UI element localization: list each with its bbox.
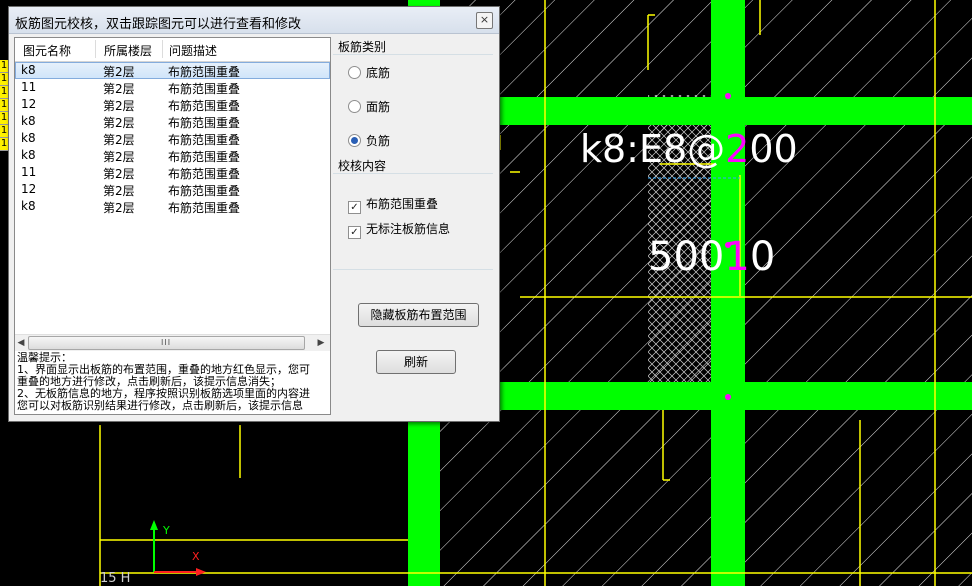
tips-text: 温馨提示： 1、界面显示出板筋的布置范围，重叠的地方红色显示，您可 重叠的地方进… [15, 350, 330, 414]
list-item[interactable]: k8 第2层 布筋范围重叠 [15, 198, 330, 215]
scroll-thumb[interactable]: III [28, 336, 305, 350]
cell-name: 11 [21, 165, 37, 179]
checkbox-icon[interactable]: ✓ [348, 226, 361, 239]
cell-floor: 第2层 [103, 82, 135, 96]
radio-label: 底筋 [366, 66, 391, 80]
grip-icon: III [161, 338, 172, 347]
refresh-button[interactable]: 刷新 [376, 350, 456, 374]
cell-floor: 第2层 [103, 116, 135, 130]
scroll-left-icon[interactable]: ◀ [15, 337, 27, 349]
svg-text:X: X [192, 550, 200, 563]
cell-name: 12 [21, 182, 37, 196]
beam-horizontal [500, 97, 972, 125]
list-item[interactable]: k8 第2层 布筋范围重叠 [15, 147, 330, 164]
radio-label: 负筋 [366, 134, 391, 148]
checkbox-icon[interactable]: ✓ [348, 201, 361, 214]
cell-name: k8 [21, 114, 36, 128]
options-panel: 板筋类别 底筋 面筋 负筋 校核内容 ✓ 布筋范围重叠 ✓ 无标注板筋信息 隐藏板筋… [333, 37, 496, 415]
checkbox-no-annotation[interactable]: ✓ 无标注板筋信息 [348, 220, 450, 239]
cell-issue: 布筋范围重叠 [168, 82, 241, 96]
cell-name: 12 [21, 97, 37, 111]
hide-rebar-range-button[interactable]: 隐藏板筋布置范围 [358, 303, 479, 327]
cell-floor: 第2层 [103, 184, 135, 198]
list-item[interactable]: 12 第2层 布筋范围重叠 [15, 181, 330, 198]
cell-floor: 第2层 [103, 133, 135, 147]
column-header-issue[interactable]: 问题描述 [169, 42, 217, 59]
close-icon: × [479, 13, 490, 26]
check-content-group-label: 校核内容 [338, 159, 387, 173]
group-divider [333, 54, 493, 55]
tips-line: 您可以对板筋识别结果进行修改，点击刷新后，该提示信息 [17, 399, 303, 412]
checkbox-label: 布筋范围重叠 [366, 197, 439, 211]
strip-item[interactable]: 1 [0, 138, 8, 151]
cell-name: k8 [21, 131, 36, 145]
dimension-annotation: 50010 [648, 234, 775, 280]
cell-issue: 布筋范围重叠 [168, 201, 241, 215]
group-divider [333, 173, 493, 174]
cell-issue: 布筋范围重叠 [168, 99, 241, 113]
cell-name: k8 [21, 148, 36, 162]
dialog-titlebar[interactable]: 板筋图元校核，双击跟踪图元可以进行查看和修改 × [9, 7, 499, 34]
cell-floor: 第2层 [103, 99, 135, 113]
list-item[interactable]: k8 第2层 布筋范围重叠 [15, 130, 330, 147]
radio-negative-rebar[interactable]: 负筋 [348, 132, 390, 149]
rebar-annotation: k8:E8@200 [580, 127, 798, 171]
list-item[interactable]: 12 第2层 布筋范围重叠 [15, 96, 330, 113]
column-header-name[interactable]: 图元名称 [23, 42, 71, 59]
cell-floor: 第2层 [103, 167, 135, 181]
radio-icon[interactable] [348, 100, 361, 113]
strip-item[interactable]: 1 [0, 99, 8, 112]
cell-floor: 第2层 [103, 65, 135, 79]
strip-item[interactable]: 1 [0, 86, 8, 99]
list-item[interactable]: 11 第2层 布筋范围重叠 [15, 164, 330, 181]
radio-top-rebar[interactable]: 面筋 [348, 98, 390, 115]
cell-issue: 布筋范围重叠 [168, 167, 241, 181]
list-header: 图元名称 所属楼层 问题描述 [15, 38, 330, 62]
close-button[interactable]: × [476, 12, 493, 29]
radio-bottom-rebar[interactable]: 底筋 [348, 64, 390, 81]
cell-issue: 布筋范围重叠 [168, 65, 241, 79]
column-divider[interactable] [95, 40, 96, 58]
radio-icon[interactable] [348, 134, 361, 147]
scroll-right-icon[interactable]: ▶ [315, 337, 327, 349]
rebar-check-dialog: 板筋图元校核，双击跟踪图元可以进行查看和修改 × 图元名称 所属楼层 问题描述 … [8, 6, 500, 422]
issue-list: k8 第2层 布筋范围重叠 11 第2层 布筋范围重叠 12 第2层 布筋范围重叠 k8 第2层 布筋… [15, 62, 330, 215]
issue-list-panel: 图元名称 所属楼层 问题描述 k8 第2层 布筋范围重叠 11 第2层 布筋范围重叠 12 第… [14, 37, 331, 415]
strip-item[interactable]: 1 [0, 112, 8, 125]
list-item[interactable]: k8 第2层 布筋范围重叠 [15, 62, 330, 79]
cell-name: 11 [21, 80, 37, 94]
radio-label: 面筋 [366, 100, 391, 114]
rebar-type-group-label: 板筋类别 [338, 40, 387, 54]
checkbox-label: 无标注板筋信息 [366, 222, 451, 236]
cell-issue: 布筋范围重叠 [168, 184, 241, 198]
beam-horizontal [500, 382, 972, 410]
horizontal-scrollbar[interactable]: ◀ III ▶ [15, 334, 330, 351]
cell-issue: 布筋范围重叠 [168, 150, 241, 164]
strip-item[interactable]: 1 [0, 60, 8, 73]
strip-item[interactable]: 1 [0, 73, 8, 86]
list-item[interactable]: k8 第2层 布筋范围重叠 [15, 113, 330, 130]
radio-icon[interactable] [348, 66, 361, 79]
strip-item[interactable]: 1 [0, 125, 8, 138]
checkbox-overlap[interactable]: ✓ 布筋范围重叠 [348, 195, 438, 214]
list-item[interactable]: 11 第2层 布筋范围重叠 [15, 79, 330, 96]
column-divider[interactable] [162, 40, 163, 58]
cell-name: k8 [21, 63, 36, 77]
cell-floor: 第2层 [103, 150, 135, 164]
cell-floor: 第2层 [103, 201, 135, 215]
svg-text:Y: Y [162, 524, 170, 537]
group-divider [333, 269, 493, 270]
dialog-title: 板筋图元校核，双击跟踪图元可以进行查看和修改 [15, 17, 302, 32]
cell-issue: 布筋范围重叠 [168, 133, 241, 147]
cell-name: k8 [21, 199, 36, 213]
corner-label: 15 H [100, 571, 130, 586]
cell-issue: 布筋范围重叠 [168, 116, 241, 130]
column-header-floor[interactable]: 所属楼层 [104, 42, 152, 59]
left-layer-strip: 1 1 1 1 1 1 1 [0, 60, 8, 156]
